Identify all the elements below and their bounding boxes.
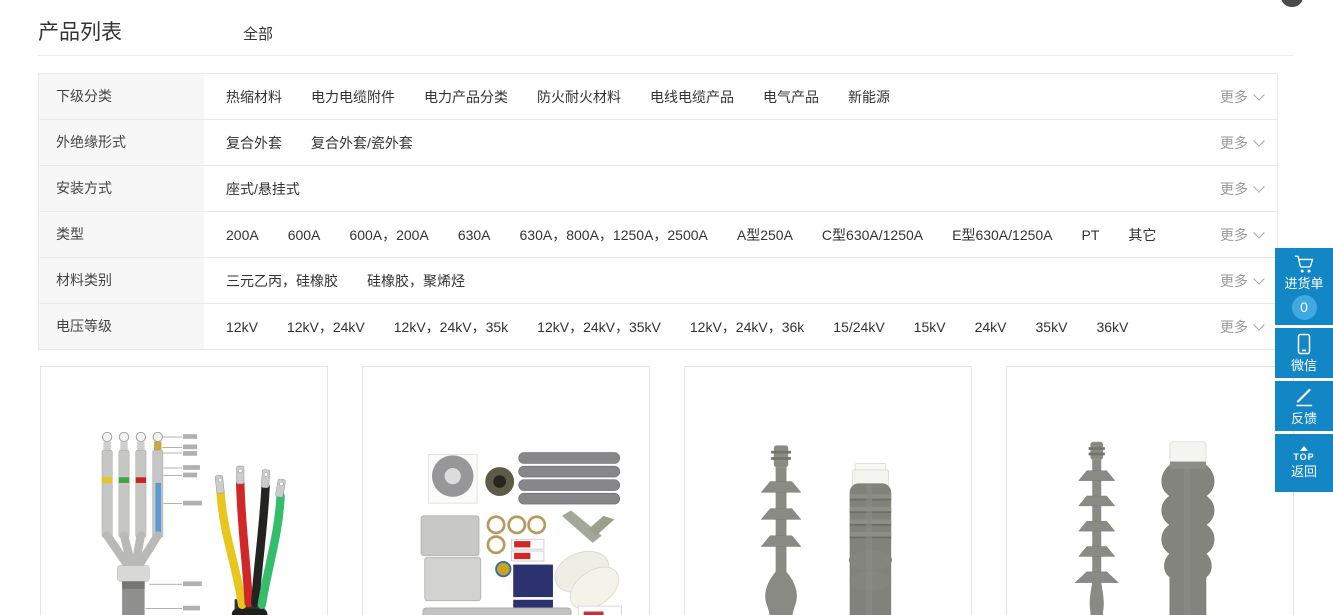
- chevron-down-icon: [1253, 227, 1264, 238]
- filter-option[interactable]: 电力电缆附件: [311, 87, 395, 107]
- product-card-cable-branch-termination[interactable]: [40, 366, 328, 615]
- filter-option[interactable]: 座式/悬挂式: [226, 179, 300, 199]
- filter-label: 下级分类: [39, 74, 204, 119]
- chevron-down-icon: [1253, 135, 1264, 146]
- filter-label: 外绝缘形式: [39, 120, 204, 165]
- top-text: TOP: [1293, 452, 1314, 462]
- chevron-down-icon: [1253, 319, 1264, 330]
- top-arrow-icon: [1300, 446, 1308, 451]
- filter-option[interactable]: E型630A/1250A: [952, 225, 1052, 245]
- floating-toolbar: 进货单 0 微信 反馈 TOP 返回: [1275, 248, 1333, 492]
- filter-option[interactable]: 防火耐火材料: [537, 87, 621, 107]
- product-image-terminations-a: [698, 417, 958, 615]
- filter-option[interactable]: 电线电缆产品: [650, 87, 734, 107]
- product-image-kit: [376, 417, 636, 615]
- filter-option[interactable]: 三元乙丙，硅橡胶: [226, 271, 338, 291]
- filter-option[interactable]: 600A: [288, 227, 321, 243]
- more-label: 更多: [1220, 271, 1248, 291]
- filter-options: 座式/悬挂式: [204, 166, 1220, 211]
- more-button[interactable]: 更多: [1220, 212, 1277, 257]
- feedback-label: 反馈: [1291, 410, 1317, 427]
- chevron-down-icon: [1253, 89, 1264, 100]
- filter-option[interactable]: 600A，200A: [349, 225, 428, 245]
- more-label: 更多: [1220, 179, 1248, 199]
- filter-options: 复合外套 复合外套/瓷外套: [204, 120, 1220, 165]
- filter-label: 电压等级: [39, 304, 204, 349]
- wechat-label: 微信: [1291, 357, 1317, 374]
- cart-count-badge: 0: [1292, 295, 1317, 320]
- filter-option[interactable]: 35kV: [1036, 319, 1068, 335]
- back-label: 返回: [1291, 463, 1317, 480]
- filter-option[interactable]: 复合外套: [226, 133, 282, 153]
- filter-row-4: 类型 200A 600A 600A，200A 630A 630A，800A，1250A，2…: [39, 212, 1277, 258]
- filter-options: 200A 600A 600A，200A 630A 630A，800A，1250A，250…: [204, 212, 1220, 257]
- product-card-accessory-kit[interactable]: [362, 366, 650, 615]
- filter-option[interactable]: 200A: [226, 227, 259, 243]
- filter-option[interactable]: 630A: [458, 227, 491, 243]
- filter-row-5: 材料类别 三元乙丙，硅橡胶 硅橡胶，聚烯烃 更多: [39, 258, 1277, 304]
- filter-row-1: 下级分类 热缩材料 电力电缆附件 电力产品分类 防火耐火材料 电线电缆产品 电气产品 新能源 更…: [39, 74, 1277, 120]
- more-label: 更多: [1220, 317, 1248, 337]
- product-image-terminations-b: [1020, 417, 1280, 615]
- back-to-top-button[interactable]: TOP 返回: [1275, 434, 1333, 492]
- more-label: 更多: [1220, 87, 1248, 107]
- page: 产品列表 全部 下级分类 热缩材料 电力电缆附件 电力产品分类 防火耐火材料 电线电缆产品…: [0, 0, 1333, 615]
- product-image-cable-diagram: [49, 417, 319, 615]
- filter-table: 下级分类热缩材料电力电缆附件电力产品分类防火耐火材料电线电缆产品电气产品新能源更…: [38, 73, 1278, 350]
- filter-option[interactable]: 电气产品: [763, 87, 819, 107]
- filter-row-2: 外绝缘形式 复合外套 复合外套/瓷外套 更多: [39, 120, 1277, 166]
- filter-option[interactable]: 630A，800A，1250A，2500A: [520, 225, 708, 245]
- filter-option[interactable]: 15kV: [914, 319, 946, 335]
- pencil-icon: [1293, 386, 1315, 408]
- filter-options: 三元乙丙，硅橡胶 硅橡胶，聚烯烃: [204, 258, 1220, 303]
- cart-button[interactable]: 进货单 0: [1275, 248, 1333, 325]
- filter-label: 安装方式: [39, 166, 204, 211]
- page-title: 产品列表: [38, 16, 122, 46]
- more-button[interactable]: 更多: [1220, 74, 1277, 119]
- wechat-button[interactable]: 微信: [1275, 328, 1333, 378]
- filter-option[interactable]: 12kV，24kV，35k: [394, 317, 508, 337]
- filter-option[interactable]: 其它: [1128, 225, 1156, 245]
- filter-option[interactable]: 硅橡胶，聚烯烃: [367, 271, 465, 291]
- filter-label: 类型: [39, 212, 204, 257]
- cart-label: 进货单: [1284, 275, 1323, 292]
- filter-option[interactable]: 36kV: [1096, 319, 1128, 335]
- filter-option[interactable]: 12kV，24kV，36k: [690, 317, 804, 337]
- filter-row-6: 电压等级 12kV 12kV，24kV 12kV，24kV，35k 12kV，24kV，…: [39, 304, 1277, 350]
- feedback-button[interactable]: 反馈: [1275, 381, 1333, 431]
- filter-options: 12kV 12kV，24kV 12kV，24kV，35k 12kV，24kV，35kV…: [204, 304, 1220, 349]
- filter-option[interactable]: A型250A: [737, 225, 793, 245]
- chevron-down-icon: [1253, 181, 1264, 192]
- more-button[interactable]: 更多: [1220, 120, 1277, 165]
- filter-option[interactable]: 12kV，24kV，35kV: [537, 317, 661, 337]
- filter-option[interactable]: PT: [1082, 227, 1100, 243]
- filter-option[interactable]: 新能源: [848, 87, 890, 107]
- phone-icon: [1294, 333, 1314, 355]
- chevron-down-icon: [1253, 273, 1264, 284]
- more-label: 更多: [1220, 133, 1248, 153]
- filter-option[interactable]: 24kV: [975, 319, 1007, 335]
- filter-label: 材料类别: [39, 258, 204, 303]
- product-card-termination-pair-b[interactable]: [1006, 366, 1294, 615]
- product-card-termination-pair-a[interactable]: [684, 366, 972, 615]
- cart-icon: [1293, 254, 1315, 274]
- filter-option[interactable]: 复合外套/瓷外套: [311, 133, 413, 153]
- filter-option[interactable]: 12kV，24kV: [287, 317, 365, 337]
- filter-options: 热缩材料 电力电缆附件 电力产品分类 防火耐火材料 电线电缆产品 电气产品 新能源: [204, 74, 1220, 119]
- filter-option[interactable]: 电力产品分类: [424, 87, 508, 107]
- header-divider: [38, 55, 1294, 56]
- more-label: 更多: [1220, 225, 1248, 245]
- filter-row-3: 安装方式 座式/悬挂式 更多: [39, 166, 1277, 212]
- filter-option[interactable]: 热缩材料: [226, 87, 282, 107]
- more-button[interactable]: 更多: [1220, 304, 1277, 349]
- product-grid: [40, 366, 1294, 615]
- more-button[interactable]: 更多: [1220, 258, 1277, 303]
- more-button[interactable]: 更多: [1220, 166, 1277, 211]
- filter-option[interactable]: 15/24kV: [833, 319, 884, 335]
- filter-option[interactable]: 12kV: [226, 319, 258, 335]
- filter-option[interactable]: C型630A/1250A: [822, 225, 923, 245]
- avatar[interactable]: [1281, 0, 1303, 7]
- tab-all[interactable]: 全部: [243, 23, 273, 44]
